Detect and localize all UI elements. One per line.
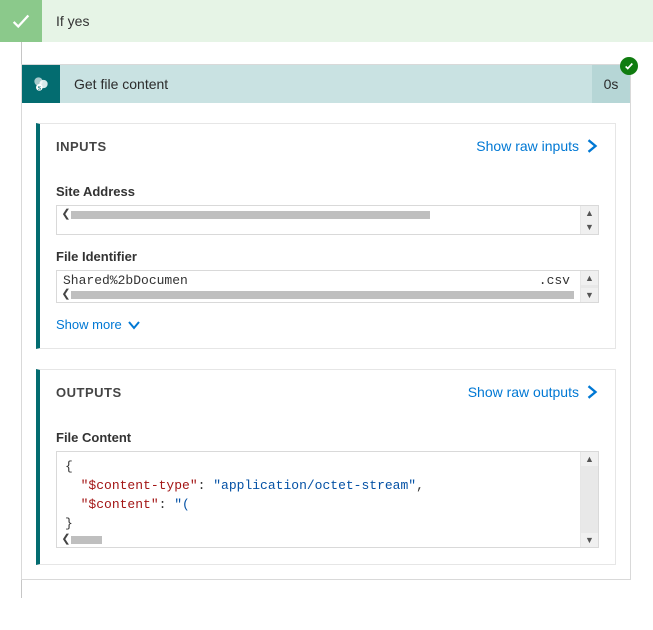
- scroll-left-icon[interactable]: ❮: [61, 289, 71, 301]
- scroll-left-icon[interactable]: ❮: [61, 209, 71, 221]
- connector-line: [21, 580, 22, 598]
- chevron-right-icon: [585, 385, 599, 399]
- inputs-section: INPUTS Show raw inputs Site Address ❮ ❯: [36, 123, 616, 349]
- checkmark-icon: [0, 0, 42, 42]
- action-header[interactable]: S Get file content 0s: [22, 65, 630, 103]
- site-address-value-box: ❮ ❯ ▲ ▼: [56, 205, 599, 235]
- file-content-value-box: { "$content-type": "application/octet-st…: [56, 451, 599, 548]
- file-content-vscrollbar[interactable]: ▲ ▼: [580, 452, 598, 547]
- show-raw-outputs-label: Show raw outputs: [468, 384, 579, 400]
- action-body: INPUTS Show raw inputs Site Address ❮ ❯: [22, 123, 630, 565]
- outputs-header: OUTPUTS Show raw outputs: [40, 370, 615, 406]
- file-identifier-vscrollbar[interactable]: ▲ ▼: [580, 271, 598, 302]
- connector-line: [21, 42, 22, 64]
- scroll-down-icon[interactable]: ▼: [581, 220, 598, 234]
- file-identifier-hscrollbar[interactable]: ❮ ❯: [57, 288, 598, 302]
- show-raw-inputs-button[interactable]: Show raw inputs: [476, 138, 599, 154]
- site-address-hscrollbar[interactable]: ❮ ❯: [57, 208, 598, 222]
- scroll-down-icon[interactable]: ▼: [581, 288, 598, 302]
- inputs-title: INPUTS: [56, 139, 476, 154]
- show-more-label: Show more: [56, 317, 122, 332]
- chevron-right-icon: [585, 139, 599, 153]
- sharepoint-icon: S: [22, 65, 60, 103]
- inputs-header: INPUTS Show raw inputs: [40, 124, 615, 160]
- action-title: Get file content: [60, 76, 592, 92]
- file-identifier-value: Shared%2bDocumen: [63, 273, 188, 288]
- file-identifier-suffix: .csv: [539, 273, 570, 288]
- file-content-label: File Content: [56, 430, 599, 445]
- chevron-down-icon: [128, 319, 140, 331]
- file-identifier-label: File Identifier: [56, 249, 599, 264]
- condition-branch-header[interactable]: If yes: [0, 0, 653, 42]
- file-identifier-value-box: Shared%2bDocumen .csv ❮ ❯ ▲ ▼: [56, 270, 599, 303]
- show-raw-outputs-button[interactable]: Show raw outputs: [468, 384, 599, 400]
- scroll-up-icon[interactable]: ▲: [581, 452, 598, 466]
- scroll-up-icon[interactable]: ▲: [581, 206, 598, 220]
- condition-label: If yes: [42, 13, 89, 29]
- success-badge-icon: [620, 57, 638, 75]
- site-address-vscrollbar[interactable]: ▲ ▼: [580, 206, 598, 234]
- file-content-hscrollbar[interactable]: ❮ ❯: [57, 533, 598, 547]
- scroll-left-icon[interactable]: ❮: [61, 534, 71, 546]
- show-raw-inputs-label: Show raw inputs: [476, 138, 579, 154]
- svg-text:S: S: [38, 86, 41, 92]
- outputs-title: OUTPUTS: [56, 385, 468, 400]
- scroll-up-icon[interactable]: ▲: [581, 271, 598, 285]
- action-card: S Get file content 0s INPUTS Show raw in…: [21, 64, 631, 580]
- file-content-json: { "$content-type": "application/octet-st…: [57, 452, 598, 533]
- outputs-section: OUTPUTS Show raw outputs File Content { …: [36, 369, 616, 565]
- site-address-label: Site Address: [56, 184, 599, 199]
- show-more-button[interactable]: Show more: [56, 317, 599, 332]
- scroll-down-icon[interactable]: ▼: [581, 533, 598, 547]
